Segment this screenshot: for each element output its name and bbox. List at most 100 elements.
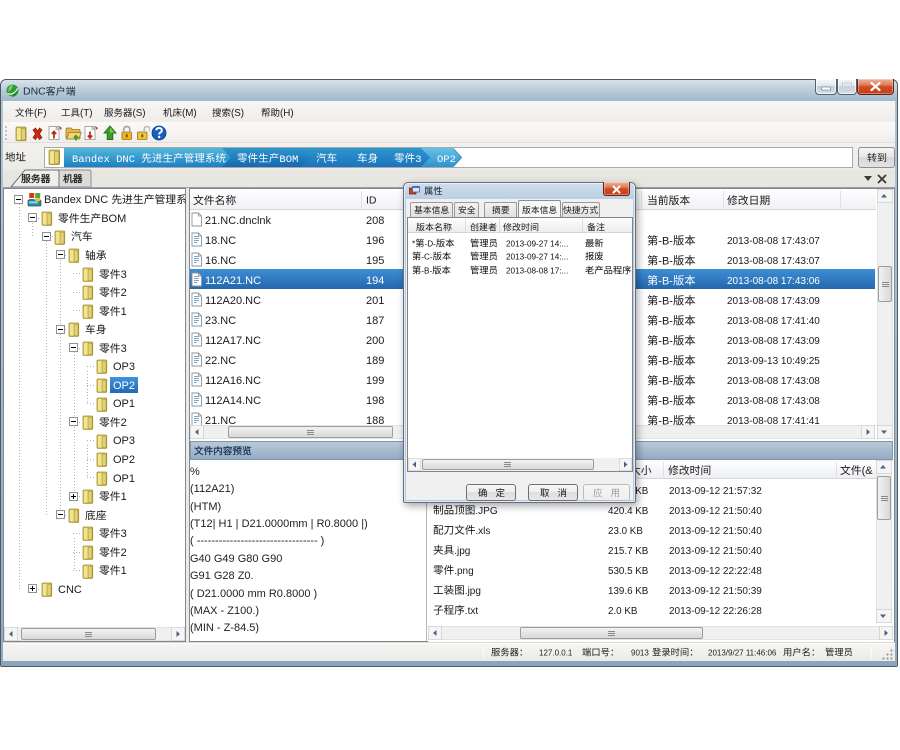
svg-text:2013-08-08 17:...: 2013-08-08 17:... xyxy=(506,266,568,275)
svg-text:127.0.0.1: 127.0.0.1 xyxy=(539,649,573,658)
svg-text:21.NC.dnclnk: 21.NC.dnclnk xyxy=(205,215,272,227)
svg-text:198: 198 xyxy=(366,395,384,407)
svg-text:(H): (H) xyxy=(280,108,294,119)
svg-text:ID: ID xyxy=(366,195,377,207)
svg-text:Bandex DNC: Bandex DNC xyxy=(72,154,135,165)
svg-text:DNC: DNC xyxy=(23,86,46,98)
svg-text:(T): (T) xyxy=(80,108,93,119)
svg-text:-B-: -B- xyxy=(658,275,673,287)
svg-text:187: 187 xyxy=(366,315,384,327)
svg-text:2013-09-12 21:57:32: 2013-09-12 21:57:32 xyxy=(669,486,762,497)
svg-text:530.5 KB: 530.5 KB xyxy=(608,566,649,577)
svg-text:-B-: -B- xyxy=(658,295,673,307)
svg-text:BOM: BOM xyxy=(279,154,298,165)
svg-text:3: 3 xyxy=(120,343,126,355)
svg-text:208: 208 xyxy=(366,215,384,227)
svg-text:112A16.NC: 112A16.NC xyxy=(205,375,261,387)
svg-text:OP2: OP2 xyxy=(113,454,135,466)
svg-text:2: 2 xyxy=(120,417,126,429)
svg-text:112A14.NC: 112A14.NC xyxy=(205,395,261,407)
svg-text:2013-08-08 17:43:08: 2013-08-08 17:43:08 xyxy=(727,396,820,407)
svg-text:189: 189 xyxy=(366,355,384,367)
svg-text:2: 2 xyxy=(120,547,126,559)
svg-text:3: 3 xyxy=(120,528,126,540)
svg-text:2013-08-08 17:41:40: 2013-08-08 17:41:40 xyxy=(727,316,820,327)
svg-text:%: % xyxy=(190,466,200,478)
svg-text:22.NC: 22.NC xyxy=(205,355,236,367)
svg-text:OP1: OP1 xyxy=(113,473,135,485)
svg-text:2013-09-12 22:22:48: 2013-09-12 22:22:48 xyxy=(669,566,762,577)
svg-text:-B-: -B- xyxy=(658,335,673,347)
svg-text:2013-09-12 21:50:40: 2013-09-12 21:50:40 xyxy=(669,546,762,557)
svg-text:OP1: OP1 xyxy=(113,398,135,410)
svg-text:(112A21): (112A21) xyxy=(190,483,234,495)
svg-text:2.0 KB: 2.0 KB xyxy=(608,606,638,617)
svg-text:-B-: -B- xyxy=(658,255,673,267)
svg-text:195: 195 xyxy=(366,255,384,267)
svg-text:G91 G28 Z0.: G91 G28 Z0. xyxy=(190,570,254,582)
svg-text:2013-08-08 17:43:07: 2013-08-08 17:43:07 xyxy=(727,236,820,247)
svg-text:2: 2 xyxy=(120,287,126,299)
svg-text:-D-: -D- xyxy=(425,239,437,248)
svg-text:(T12| H1 | D21.0000mm | R0.800: (T12| H1 | D21.0000mm | R0.8000 |) xyxy=(190,518,368,530)
svg-text:139.6 KB: 139.6 KB xyxy=(608,586,649,597)
svg-text:2013-09-27 14:...: 2013-09-27 14:... xyxy=(506,239,568,248)
svg-text:CNC: CNC xyxy=(58,584,82,596)
svg-text:( D21.0000 mm R0.8000 ): ( D21.0000 mm R0.8000 ) xyxy=(190,588,317,600)
svg-text:2013-09-13 10:49:25: 2013-09-13 10:49:25 xyxy=(727,356,820,367)
svg-text:112A20.NC: 112A20.NC xyxy=(205,295,261,307)
svg-text:1: 1 xyxy=(120,491,126,503)
svg-text:112A17.NC: 112A17.NC xyxy=(205,335,261,347)
svg-text:3: 3 xyxy=(415,154,421,165)
svg-text:-B-: -B- xyxy=(658,355,673,367)
svg-text:2013-09-12 21:50:39: 2013-09-12 21:50:39 xyxy=(669,586,762,597)
svg-text:.png: .png xyxy=(454,566,473,577)
svg-text:196: 196 xyxy=(366,235,384,247)
svg-text:1: 1 xyxy=(120,306,126,318)
svg-text:-B-: -B- xyxy=(658,375,673,387)
svg-text:3: 3 xyxy=(120,269,126,281)
svg-text:(S): (S) xyxy=(133,108,146,119)
svg-text:199: 199 xyxy=(366,375,384,387)
svg-text:(&: (& xyxy=(862,465,874,477)
svg-text:2013-08-08 17:43:09: 2013-08-08 17:43:09 xyxy=(727,296,820,307)
svg-text:9013: 9013 xyxy=(631,649,649,658)
svg-text:2013-09-27 14:...: 2013-09-27 14:... xyxy=(506,253,568,262)
svg-text:23.0 KB: 23.0 KB xyxy=(608,526,643,537)
svg-text:215.7 KB: 215.7 KB xyxy=(608,546,649,557)
svg-text:2013-08-08 17:43:09: 2013-08-08 17:43:09 xyxy=(727,336,820,347)
svg-text:1: 1 xyxy=(120,565,126,577)
svg-text:2013-09-12 21:50:40: 2013-09-12 21:50:40 xyxy=(669,526,762,537)
svg-text:-B-: -B- xyxy=(658,235,673,247)
svg-text:-B-: -B- xyxy=(658,315,673,327)
svg-text:(HTM): (HTM) xyxy=(190,501,221,513)
svg-text:420.4 KB: 420.4 KB xyxy=(608,506,649,517)
svg-text:201: 201 xyxy=(366,295,384,307)
svg-text:.jpg: .jpg xyxy=(454,546,470,557)
svg-text:2013-09-12 22:26:28: 2013-09-12 22:26:28 xyxy=(669,606,762,617)
svg-text:2013-08-08 17:43:08: 2013-08-08 17:43:08 xyxy=(727,376,820,387)
svg-text:OP2: OP2 xyxy=(113,380,135,392)
svg-text:(MIN - Z-84.5): (MIN - Z-84.5) xyxy=(190,623,259,635)
svg-text:.xls: .xls xyxy=(475,526,490,537)
svg-text:OP3: OP3 xyxy=(113,361,135,373)
svg-text:.JPG: .JPG xyxy=(475,506,497,517)
svg-text:Bandex DNC: Bandex DNC xyxy=(44,194,108,206)
svg-text:18.NC: 18.NC xyxy=(205,235,236,247)
svg-text:BOM: BOM xyxy=(101,213,126,225)
svg-text:112A21.NC: 112A21.NC xyxy=(205,275,261,287)
svg-text:194: 194 xyxy=(366,275,384,287)
svg-text:2013/9/27 11:46:06: 2013/9/27 11:46:06 xyxy=(708,649,777,658)
svg-text:2013-08-08 17:43:06: 2013-08-08 17:43:06 xyxy=(727,276,820,287)
svg-text:*: * xyxy=(412,239,416,248)
svg-text:16.NC: 16.NC xyxy=(205,255,236,267)
svg-text:(M): (M) xyxy=(182,108,197,119)
svg-text:23.NC: 23.NC xyxy=(205,315,236,327)
svg-text:.txt: .txt xyxy=(465,606,479,617)
svg-text:-C-: -C- xyxy=(421,253,433,262)
svg-text:G40 G49 G80 G90: G40 G49 G80 G90 xyxy=(190,553,282,565)
svg-text:-B-: -B- xyxy=(658,395,673,407)
svg-text:(MAX - Z100.): (MAX - Z100.) xyxy=(190,605,259,617)
svg-text:2013-08-08 17:43:07: 2013-08-08 17:43:07 xyxy=(727,256,820,267)
svg-text:(S): (S) xyxy=(231,108,244,119)
